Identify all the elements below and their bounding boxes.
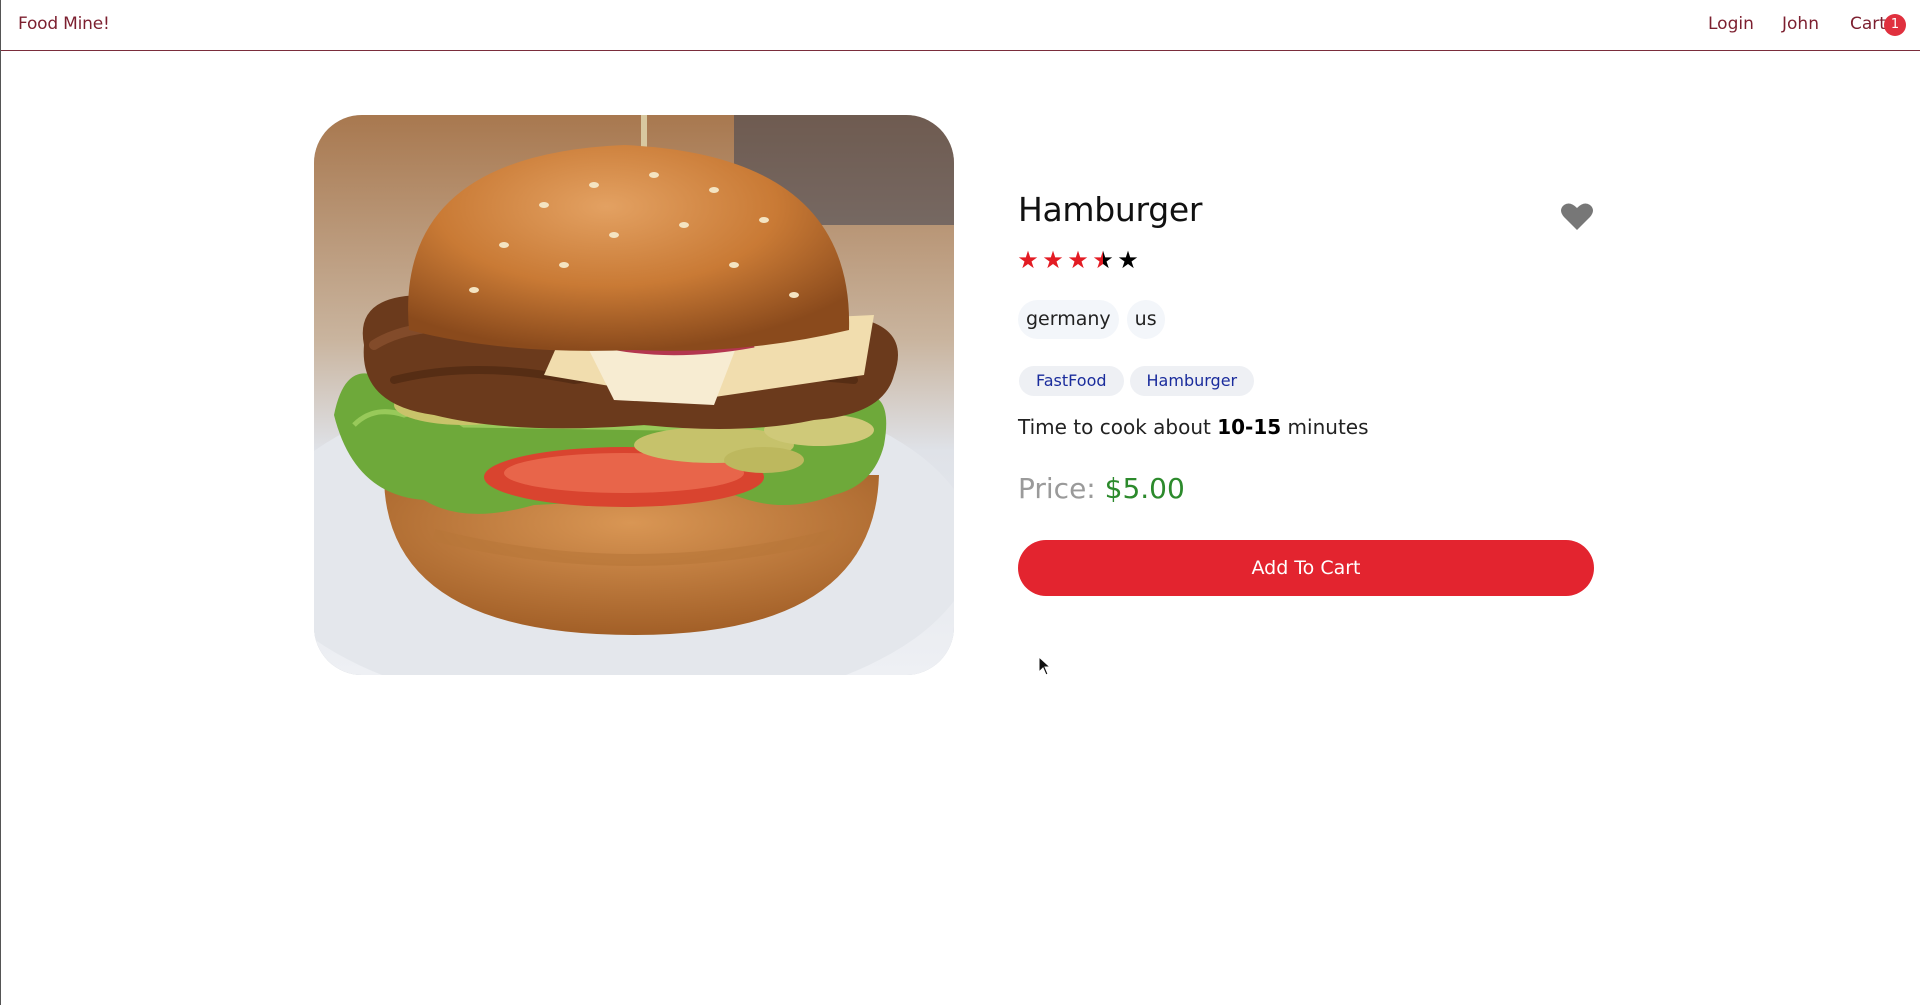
price: Price: $5.00 <box>1018 472 1185 505</box>
app-frame: Food Mine! Login John Cart 1 Hamburger ★… <box>0 0 1920 1005</box>
cart-count-badge: 1 <box>1884 14 1906 36</box>
tag-fastfood[interactable]: FastFood <box>1019 366 1124 396</box>
food-image <box>314 115 954 675</box>
price-label: Price: <box>1018 472 1096 505</box>
star-icon: ★ <box>1042 246 1064 274</box>
top-header: Food Mine! Login John Cart 1 <box>1 0 1920 51</box>
half-star-icon: ★ <box>1092 246 1114 274</box>
origin-item: germany <box>1018 300 1119 339</box>
origin-item: us <box>1126 300 1165 339</box>
nav-cart-link[interactable]: Cart <box>1850 14 1886 34</box>
food-name: Hamburger <box>1018 190 1203 229</box>
star-icon: ★ <box>1017 246 1039 274</box>
hamburger-illustration <box>314 115 954 675</box>
star-icon: ★ <box>1067 246 1089 274</box>
cook-time-suffix: minutes <box>1287 415 1369 439</box>
heart-icon[interactable] <box>1560 202 1594 236</box>
price-value: $5.00 <box>1104 472 1185 505</box>
tags-list: FastFood Hamburger <box>1019 366 1255 396</box>
nav-user-link[interactable]: John <box>1782 14 1819 34</box>
star-icon: ★ <box>1117 246 1139 274</box>
add-to-cart-button[interactable]: Add To Cart <box>1018 540 1594 596</box>
cook-time-value: 10-15 <box>1217 415 1282 439</box>
cook-time: Time to cook about 10-15 minutes <box>1018 415 1369 439</box>
nav-login-link[interactable]: Login <box>1708 14 1754 34</box>
cook-time-prefix: Time to cook about <box>1018 415 1211 439</box>
tag-hamburger[interactable]: Hamburger <box>1129 366 1255 396</box>
mouse-cursor-icon <box>1038 655 1052 680</box>
origins-list: germany us <box>1018 300 1165 339</box>
rating-stars: ★ ★ ★ ★ ★ <box>1017 246 1139 274</box>
site-logo[interactable]: Food Mine! <box>18 14 110 34</box>
